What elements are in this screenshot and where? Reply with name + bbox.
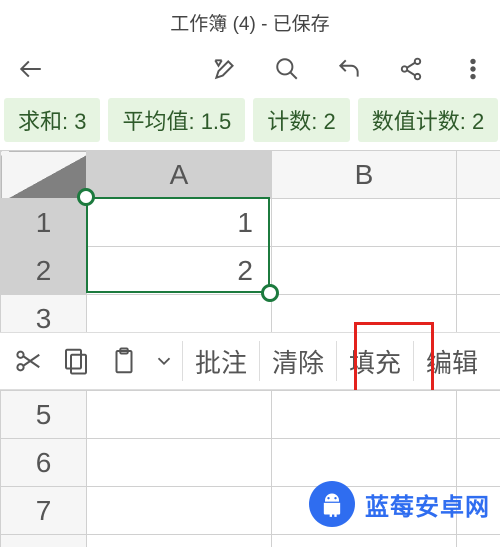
fill-button[interactable]: 填充 <box>339 332 411 390</box>
cell-c2[interactable] <box>457 247 500 295</box>
search-button[interactable] <box>270 52 304 86</box>
cut-button[interactable] <box>4 332 52 390</box>
clipboard-icon <box>109 346 139 376</box>
pen-a-icon <box>212 56 238 82</box>
top-toolbar <box>0 44 500 94</box>
row-header-7[interactable]: 7 <box>1 487 87 535</box>
row-header-8[interactable] <box>1 535 87 547</box>
cell-a7[interactable] <box>87 487 272 535</box>
clear-button[interactable]: 清除 <box>262 332 334 390</box>
cell-b8[interactable] <box>272 535 457 547</box>
row-header-5[interactable]: 5 <box>1 391 87 439</box>
stat-numcount[interactable]: 数值计数: 2 <box>358 98 498 142</box>
column-header-b[interactable]: B <box>272 151 457 199</box>
undo-button[interactable] <box>332 52 366 86</box>
cell-a8[interactable] <box>87 535 272 547</box>
chevron-down-icon <box>153 350 175 372</box>
cell-c5[interactable] <box>457 391 500 439</box>
annotate-button[interactable]: 批注 <box>185 332 257 390</box>
android-icon <box>318 490 346 518</box>
cell-b6[interactable] <box>272 439 457 487</box>
cell-b2[interactable] <box>272 247 457 295</box>
document-title: 工作簿 (4) - 已保存 <box>170 9 329 36</box>
copy-icon <box>61 346 91 376</box>
cell-a2[interactable]: 2 <box>87 247 272 295</box>
watermark-text: 蓝莓安卓网 <box>365 487 490 522</box>
watermark: 蓝莓安卓网 <box>309 481 490 527</box>
paste-button[interactable] <box>100 332 148 390</box>
share-icon <box>398 56 424 82</box>
row-header-6[interactable]: 6 <box>1 439 87 487</box>
cell-c8[interactable] <box>457 535 500 547</box>
search-icon <box>274 56 300 82</box>
spreadsheet[interactable]: A B 1 1 2 2 3 <box>0 150 500 343</box>
divider <box>182 341 183 381</box>
more-button[interactable] <box>456 52 490 86</box>
row-header-1[interactable]: 1 <box>1 199 87 247</box>
row-header-2[interactable]: 2 <box>1 247 87 295</box>
back-arrow-icon <box>18 56 44 82</box>
cell-b1[interactable] <box>272 199 457 247</box>
cell-a6[interactable] <box>87 439 272 487</box>
edit-style-button[interactable] <box>208 52 242 86</box>
stat-avg[interactable]: 平均值: 1.5 <box>108 98 245 142</box>
stat-sum[interactable]: 求和: 3 <box>4 98 100 142</box>
cell-a5[interactable] <box>87 391 272 439</box>
title-bar: 工作簿 (4) - 已保存 <box>0 0 500 44</box>
scissors-icon <box>13 346 43 376</box>
select-all-corner[interactable] <box>1 151 87 199</box>
stat-count[interactable]: 计数: 2 <box>253 98 349 142</box>
copy-button[interactable] <box>52 332 100 390</box>
edit-button[interactable]: 编辑 <box>416 332 488 390</box>
back-button[interactable] <box>14 52 48 86</box>
cell-c1[interactable] <box>457 199 500 247</box>
more-vertical-icon <box>460 56 486 82</box>
context-action-bar: 批注 清除 填充 编辑 <box>0 332 500 390</box>
watermark-logo <box>309 481 355 527</box>
undo-icon <box>336 56 362 82</box>
divider <box>413 341 414 381</box>
cell-a1[interactable]: 1 <box>87 199 272 247</box>
cell-b5[interactable] <box>272 391 457 439</box>
column-header-a[interactable]: A <box>87 151 272 199</box>
divider <box>259 341 260 381</box>
share-button[interactable] <box>394 52 428 86</box>
cell-c6[interactable] <box>457 439 500 487</box>
column-header-c[interactable] <box>457 151 500 199</box>
stats-row: 求和: 3 平均值: 1.5 计数: 2 数值计数: 2 最 <box>0 94 500 144</box>
paste-options-dropdown[interactable] <box>148 350 180 372</box>
divider <box>336 341 337 381</box>
